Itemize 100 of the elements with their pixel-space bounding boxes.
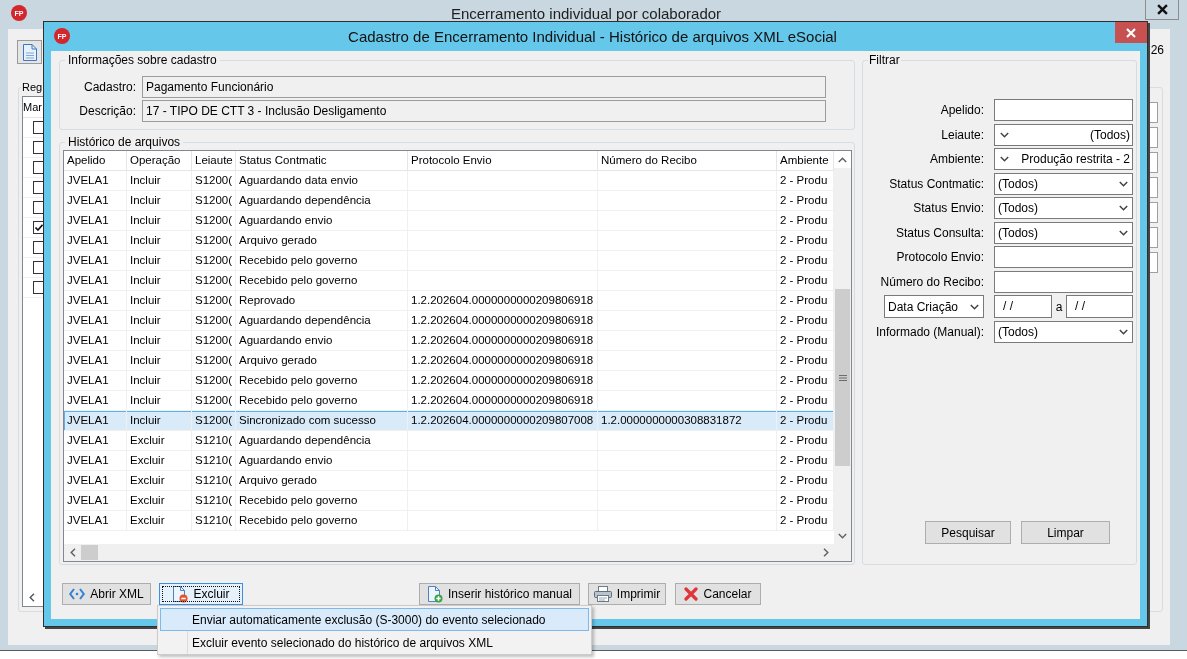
checkbox[interactable] <box>33 241 43 254</box>
column-header: Mar <box>23 99 42 115</box>
range-separator: a <box>1055 299 1063 314</box>
field-label: Ambiente: <box>929 151 984 168</box>
close-icon <box>1126 27 1136 38</box>
field-label: Protocolo Envio: <box>896 249 984 266</box>
dialog-title: Cadastro de Encerramento Individual - Histórico de arquivos XML eSocial <box>347 27 838 47</box>
cancel-button[interactable]: Cancelar <box>675 583 761 605</box>
code-icon <box>69 588 86 600</box>
check-icon <box>35 224 43 231</box>
checkbox[interactable] <box>33 281 43 294</box>
window-title: Encerramento individual por colaborador <box>449 4 723 24</box>
checkbox[interactable] <box>33 141 43 154</box>
dropdown[interactable]: (Todos) <box>994 320 1133 343</box>
checkbox[interactable] <box>33 221 43 234</box>
chevron-right-icon <box>822 548 829 557</box>
table-cell: Excluir <box>127 511 192 531</box>
insert-history-button[interactable]: Inserir histórico manual <box>419 583 580 605</box>
table-row[interactable]: JVELA1 Incluir S1200( Recebido pelo governo 1.2.202604.0000000000209806918 2 - Produ <box>64 371 834 391</box>
table-row[interactable]: JVELA1 Excluir S1210( Aguardando envio 2 - Produ <box>64 451 834 471</box>
chevron-left-icon <box>28 593 35 602</box>
field-label: Leiaute: <box>941 126 984 144</box>
checkbox[interactable] <box>33 161 43 174</box>
table-row[interactable]: JVELA1 Incluir S1200( Reprovado 1.2.202604.0000000000209806918 2 - Produ <box>64 291 834 311</box>
chevron-down-icon <box>1119 328 1128 335</box>
dropdown[interactable]: (Todos) <box>994 221 1133 244</box>
table-row[interactable]: JVELA1 Incluir S1200( Recebido pelo governo 2 - Produ <box>64 271 834 291</box>
chevron-down-icon <box>1000 156 1009 162</box>
close-button[interactable] <box>1145 0 1179 20</box>
table-row[interactable]: JVELA1 Incluir S1200( Aguardando dependência 1.2.202604.0000000000209806918 2 - Produ <box>64 311 834 331</box>
clear-button[interactable]: Limpar <box>1021 521 1110 544</box>
read-only-field[interactable]: 17 - TIPO DE CTT 3 - Inclusão Desligamento <box>142 100 826 122</box>
table-cell: S1210( <box>192 511 236 531</box>
print-button[interactable]: Imprimir <box>588 583 666 605</box>
input-field[interactable] <box>994 270 1133 293</box>
group-title: Reg <box>21 80 44 94</box>
dropdown[interactable]: (Todos) <box>994 172 1133 195</box>
chevron-down-icon <box>1119 205 1128 211</box>
document-plus-icon <box>426 585 443 603</box>
table-row[interactable]: JVELA1 Incluir S1200( Aguardando dependência 2 - Produ <box>64 191 834 211</box>
field-label: Status Consulta: <box>895 224 984 242</box>
table-row[interactable]: JVELA1 Incluir S1200( Sincronizado com sucesso 1.2.202604.0000000000209807008 1.2.0000000000308831872 2 - Produ <box>64 411 834 431</box>
field-label: Status Contmatic: <box>889 175 984 193</box>
read-only-field[interactable]: Pagamento Funcionário <box>142 76 826 98</box>
dropdown[interactable]: (Todos) <box>994 123 1133 146</box>
grip-icon <box>838 374 847 381</box>
checkbox[interactable] <box>33 201 43 214</box>
date-field[interactable]: / / <box>994 295 1052 318</box>
group-title: Histórico de arquivos <box>67 135 182 149</box>
chevron-up-icon <box>838 156 847 163</box>
table-row[interactable]: JVELA1 Incluir S1200( Arquivo gerado 1.2.202604.0000000000209806918 2 - Produ <box>64 351 834 371</box>
vertical-scrollbar[interactable] <box>834 151 851 544</box>
scrollbar-thumb[interactable] <box>835 289 850 466</box>
input-field[interactable] <box>994 246 1133 268</box>
scrollbar-thumb[interactable] <box>81 545 98 560</box>
field-label: Número do Recibo: <box>880 273 984 291</box>
chevron-down-icon <box>1000 131 1009 138</box>
table-row[interactable]: JVELA1 Incluir S1200( Recebido pelo governo 2 - Produ <box>64 251 834 271</box>
document-icon <box>22 43 37 61</box>
field-label: Apelido: <box>940 102 984 119</box>
table-row[interactable]: JVELA1 Incluir S1200( Arquivo gerado 2 - Produ <box>64 231 834 251</box>
dropdown[interactable]: Produção restrita - 2 <box>994 148 1133 170</box>
input-field[interactable] <box>994 99 1133 121</box>
table-cell: Recebido pelo governo <box>236 511 408 531</box>
group-title: Informações sobre cadastro <box>67 53 218 67</box>
table-row[interactable]: JVELA1 Excluir S1210( Recebido pelo governo 2 - Produ <box>64 491 834 511</box>
cross-icon <box>684 587 699 601</box>
close-icon <box>1156 4 1168 15</box>
search-button[interactable]: Pesquisar <box>925 521 1011 544</box>
toolbar-button[interactable] <box>17 40 42 64</box>
chevron-left-icon <box>69 548 76 557</box>
date-type-dropdown[interactable]: Data Criação <box>884 295 984 318</box>
table-row[interactable]: JVELA1 Excluir S1210( Arquivo gerado 2 - Produ <box>64 471 834 491</box>
chevron-down-icon <box>970 303 979 310</box>
table-row[interactable]: JVELA1 Incluir S1200( Aguardando envio 2 - Produ <box>64 211 834 231</box>
table-row[interactable]: JVELA1 Excluir S1210( Aguardando dependência 2 - Produ <box>64 431 834 451</box>
table-row[interactable]: JVELA1 Excluir S1210( Recebido pelo governo 2 - Produ <box>64 511 834 531</box>
field-label: Descrição: <box>79 103 136 120</box>
table-row[interactable]: JVELA1 Incluir S1200( Aguardando envio 1.2.202604.0000000000209806918 2 - Produ <box>64 331 834 351</box>
dropdown[interactable]: (Todos) <box>994 197 1133 219</box>
chevron-down-icon <box>1119 180 1128 187</box>
table-row[interactable]: JVELA1 Incluir S1200( Aguardando data envio 2 - Produ <box>64 171 834 191</box>
date-field[interactable]: / / <box>1066 295 1133 318</box>
checkbox[interactable] <box>33 181 43 194</box>
chevron-down-icon <box>1119 229 1128 236</box>
menu-item[interactable]: Enviar automaticamente exclusão (S-3000) do evento selecionado <box>160 608 589 631</box>
field-label: Status Envio: <box>913 200 984 217</box>
chevron-down-icon <box>838 532 847 539</box>
printer-icon <box>593 586 612 602</box>
table-row[interactable]: JVELA1 Incluir S1200( Recebido pelo governo 1.2.202604.0000000000209806918 2 - Produ <box>64 391 834 411</box>
menu-item[interactable]: Excluir evento selecionado do histórico de arquivos XML <box>160 631 589 654</box>
document-minus-icon <box>172 585 189 603</box>
checkbox[interactable] <box>33 121 43 134</box>
delete-button[interactable]: Excluir <box>159 583 243 605</box>
field-label: Informado (Manual): <box>875 323 984 341</box>
open-xml-button[interactable]: Abrir XML <box>62 583 151 605</box>
field-value: 26 <box>1150 43 1164 57</box>
table-cell: JVELA1 <box>64 511 127 531</box>
checkbox[interactable] <box>33 261 43 274</box>
horizontal-scrollbar[interactable] <box>64 544 834 561</box>
